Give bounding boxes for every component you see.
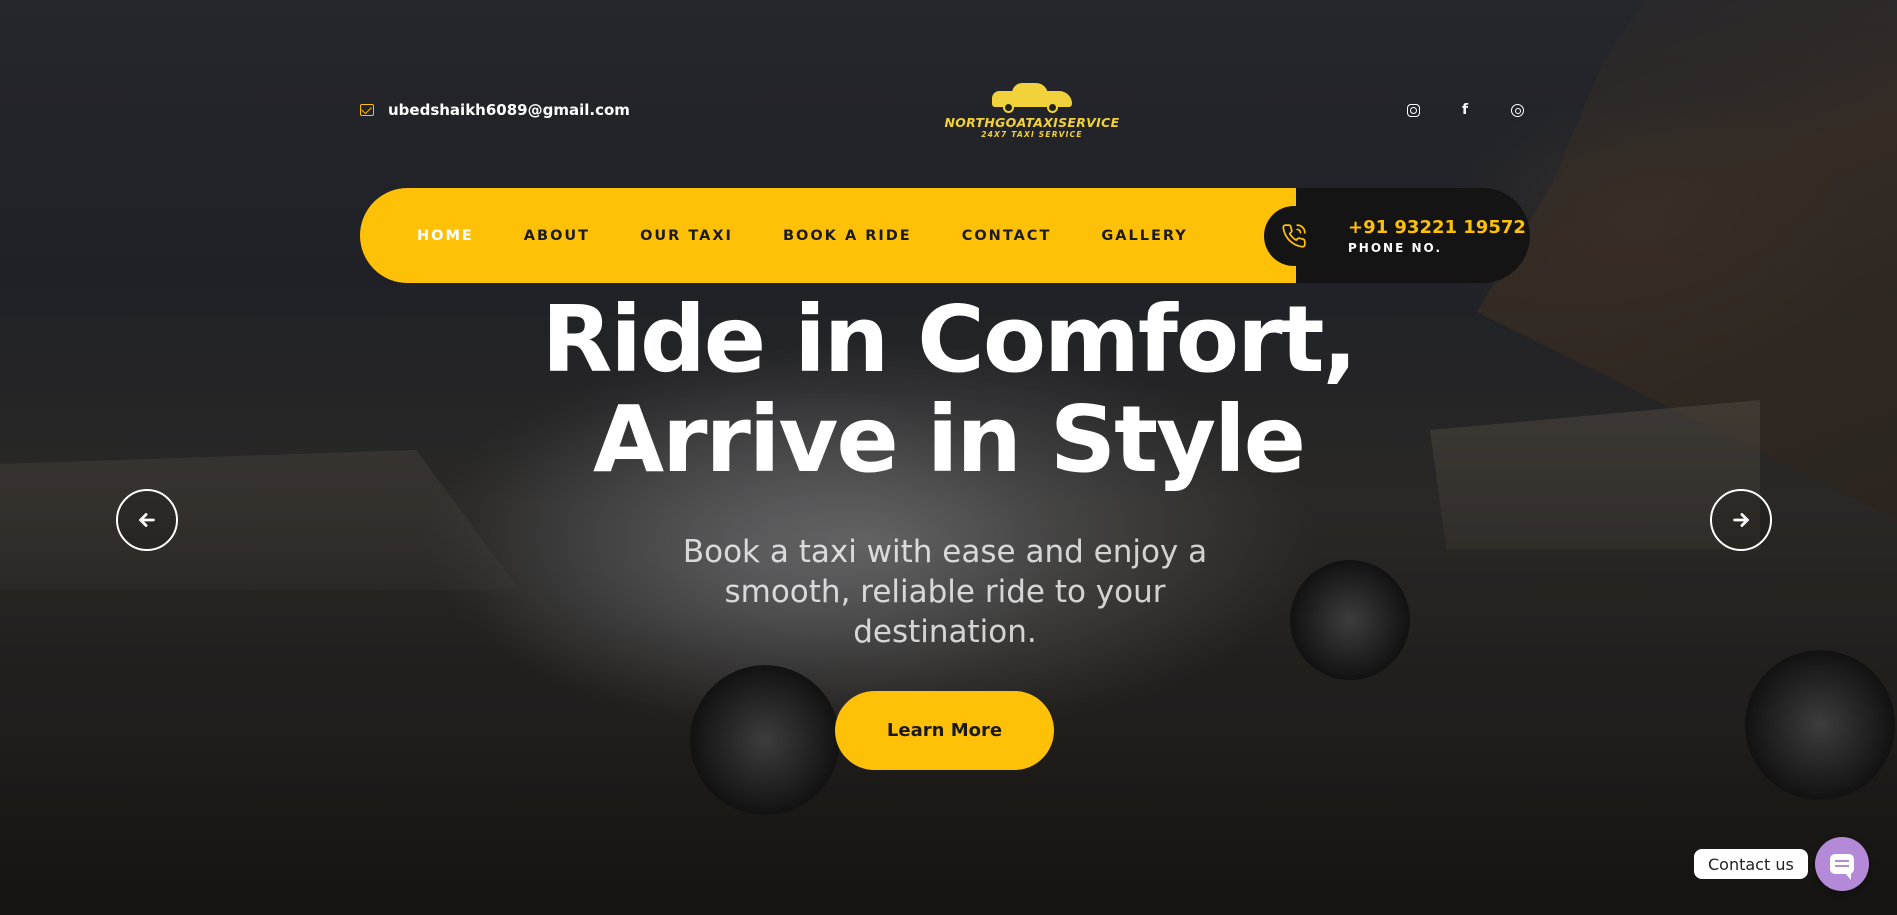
main-navigation: HOME ABOUT OUR TAXI BOOK A RIDE CONTACT … [360,188,1530,283]
headline-line-2: Arrive in Style [592,386,1306,493]
site-logo[interactable]: NORTHGOATAXISERVICE 24X7 TAXI SERVICE [932,81,1132,139]
threads-link[interactable] [1508,101,1526,119]
nav-item-about[interactable]: ABOUT [524,228,590,244]
hero-subtext: Book a taxi with ease and enjoy a smooth… [682,534,1208,650]
threads-icon [1510,103,1524,117]
slider-next-button[interactable] [1710,489,1772,551]
nav-item-gallery[interactable]: GALLERY [1101,228,1187,244]
phone-contact-block[interactable]: +91 93221 19572 PHONE NO. [1264,188,1530,283]
contact-us-label[interactable]: Contact us [1694,849,1808,879]
arrow-right-icon [1733,513,1749,527]
nav-item-book-a-ride[interactable]: BOOK A RIDE [783,228,912,244]
email-contact[interactable]: ubedshaikh6089@gmail.com [360,101,630,119]
nav-item-contact[interactable]: CONTACT [962,228,1052,244]
contact-widget-button[interactable] [1815,837,1869,891]
phone-number[interactable]: +91 93221 19572 [1348,217,1526,238]
nav-item-our-taxi[interactable]: OUR TAXI [640,228,733,244]
chat-icon [1830,854,1854,880]
social-links: f [1404,101,1526,119]
learn-more-button[interactable]: Learn More [835,691,1054,770]
hero-headline: Ride in Comfort, Arrive in Style [0,290,1897,490]
phone-label: PHONE NO. [1348,240,1442,255]
logo-name: NORTHGOATAXISERVICE [944,115,1120,130]
instagram-icon [1406,103,1420,117]
slider-prev-button[interactable] [116,489,178,551]
top-bar: ubedshaikh6089@gmail.com NORTHGOATAXISER… [360,70,1530,150]
phone-icon [1264,206,1324,266]
facebook-link[interactable]: f [1456,101,1474,119]
instagram-link[interactable] [1404,101,1422,119]
logo-tagline: 24X7 TAXI SERVICE [981,130,1083,139]
taxi-logo-icon [987,81,1077,113]
nav-item-home[interactable]: HOME [417,228,474,244]
envelope-icon [360,104,374,116]
email-text[interactable]: ubedshaikh6089@gmail.com [388,101,630,119]
facebook-icon: f [1461,102,1469,118]
headline-line-1: Ride in Comfort, [541,286,1358,393]
nav-menu: HOME ABOUT OUR TAXI BOOK A RIDE CONTACT … [360,188,1296,283]
arrow-left-icon [139,513,155,527]
